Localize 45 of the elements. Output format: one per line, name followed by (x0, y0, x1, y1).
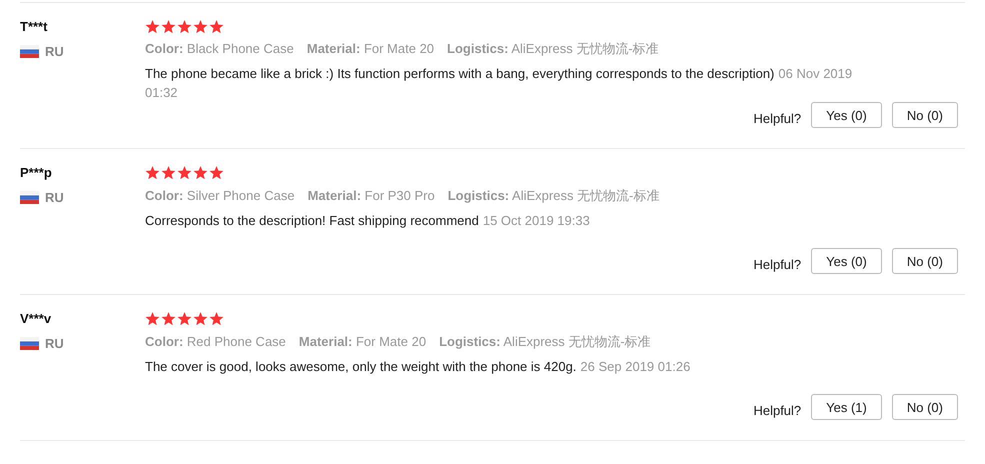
star-icon (177, 312, 192, 326)
star-icon (209, 312, 224, 326)
country-code: RU (45, 336, 64, 351)
helpful-label: Helpful? (753, 256, 802, 272)
star-icon (193, 166, 208, 180)
product-attribute: Color: Black Phone Case (145, 40, 294, 58)
star-icon (145, 166, 160, 180)
reviewer-name: V***v (20, 310, 52, 328)
product-attribute: Color: Silver Phone Case (145, 187, 295, 205)
product-attribute: Material: For P30 Pro (308, 187, 435, 205)
product-attribute: Material: For Mate 20 (298, 333, 426, 351)
flag-icon (20, 337, 39, 350)
no-button[interactable]: No (0) (892, 394, 958, 420)
reviewer-name: P***p (20, 164, 53, 182)
no-button[interactable]: No (0) (892, 248, 958, 274)
star-icon (209, 166, 224, 180)
product-attribute: Material: For Mate 20 (306, 40, 434, 58)
review-text: The phone became like a brick :) Its function performs with a bang, everything corresponds to the description) 06 Nov 2019 01:32 (145, 65, 854, 102)
star-icon (209, 20, 224, 34)
country-code: RU (45, 44, 64, 59)
star-icon (177, 20, 192, 34)
star-icon (177, 166, 192, 180)
product-attribute: Logistics: AliExpress 无忧物流-标准 (439, 333, 651, 351)
star-icon (145, 312, 160, 326)
reviewer-name: T***t (20, 18, 48, 36)
star-icon (161, 166, 176, 180)
no-button[interactable]: No (0) (892, 102, 958, 128)
product-attribute: Color: Red Phone Case (145, 333, 286, 351)
country-code: RU (45, 190, 64, 205)
helpful-label: Helpful? (753, 110, 802, 126)
helpful-label: Helpful? (753, 402, 802, 418)
review-text: Corresponds to the description! Fast shipping recommend 15 Oct 2019 19:33 (145, 212, 591, 230)
product-attribute: Logistics: AliExpress 无忧物流-标准 (447, 40, 659, 58)
yes-button[interactable]: Yes (0) (811, 248, 882, 274)
star-icon (161, 312, 176, 326)
star-icon (193, 20, 208, 34)
flag-icon (20, 45, 39, 58)
yes-button[interactable]: Yes (1) (811, 394, 882, 420)
product-attribute: Logistics: AliExpress 无忧物流-标准 (448, 187, 660, 205)
star-icon (193, 312, 208, 326)
review-text: The cover is good, looks awesome, only the weight with the phone is 420g. 26 Sep 2019 01:26 (145, 358, 692, 376)
flag-icon (20, 191, 39, 204)
star-icon (145, 20, 160, 34)
yes-button[interactable]: Yes (0) (811, 102, 882, 128)
star-icon (161, 20, 176, 34)
